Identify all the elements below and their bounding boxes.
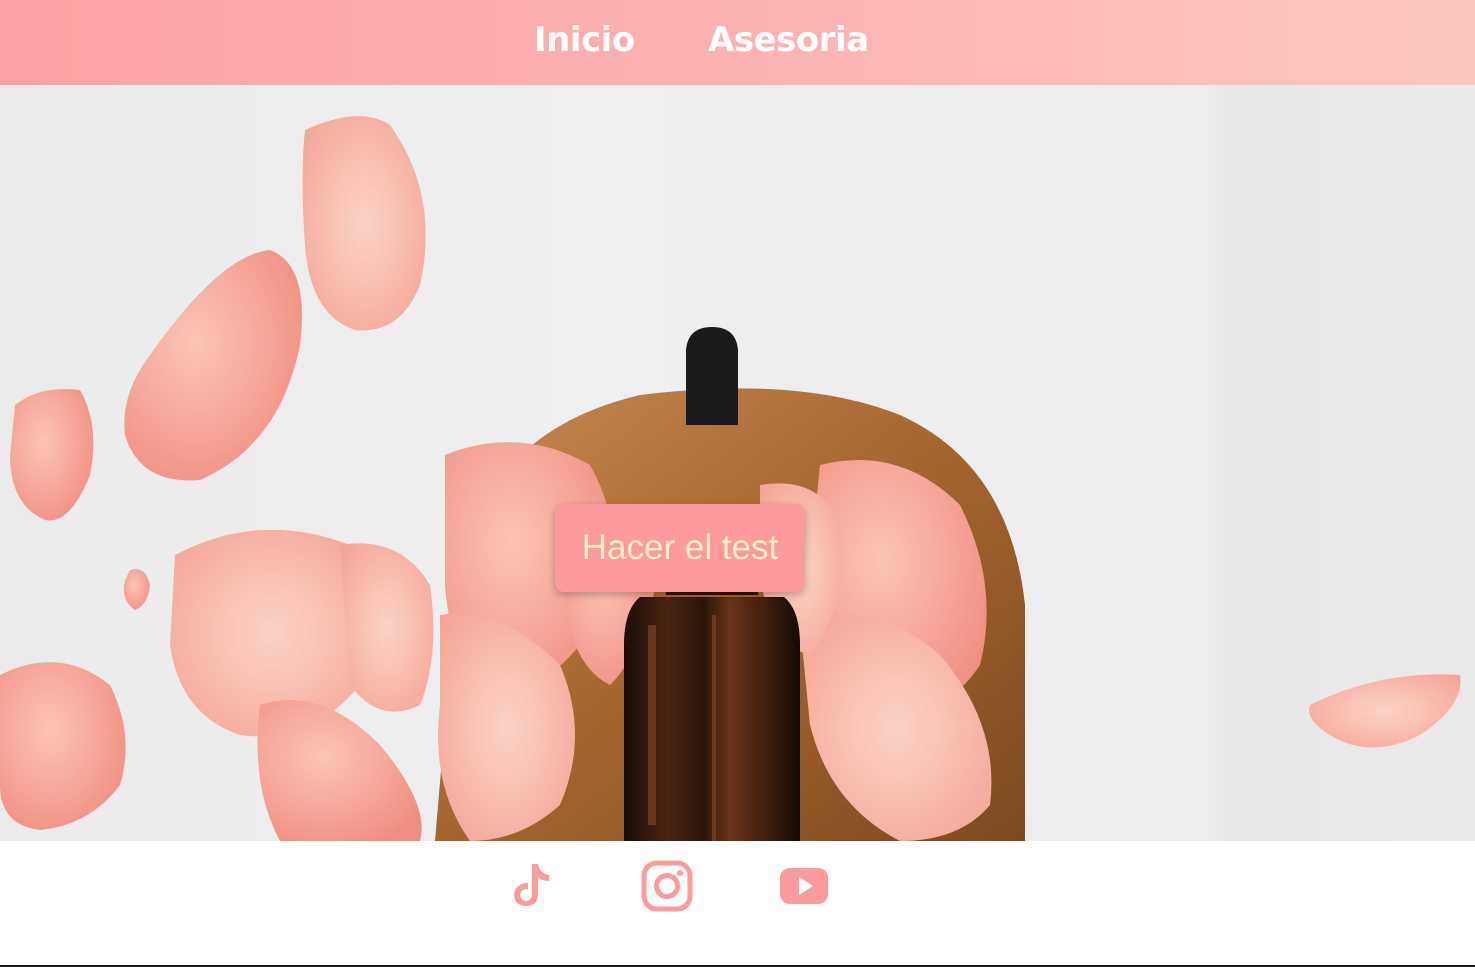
nav-link-asesoria[interactable]: Asesoria (708, 20, 869, 60)
youtube-icon[interactable] (778, 860, 830, 912)
top-navbar: Inicio Asesoria (0, 0, 1475, 85)
footer (0, 841, 1475, 965)
hero-banner: Hacer el test (0, 85, 1475, 841)
hero-image (0, 116, 1461, 841)
nav-link-inicio[interactable]: Inicio (534, 20, 635, 60)
tiktok-icon[interactable] (505, 860, 557, 912)
instagram-icon[interactable] (641, 860, 693, 912)
take-test-button[interactable]: Hacer el test (555, 504, 805, 592)
